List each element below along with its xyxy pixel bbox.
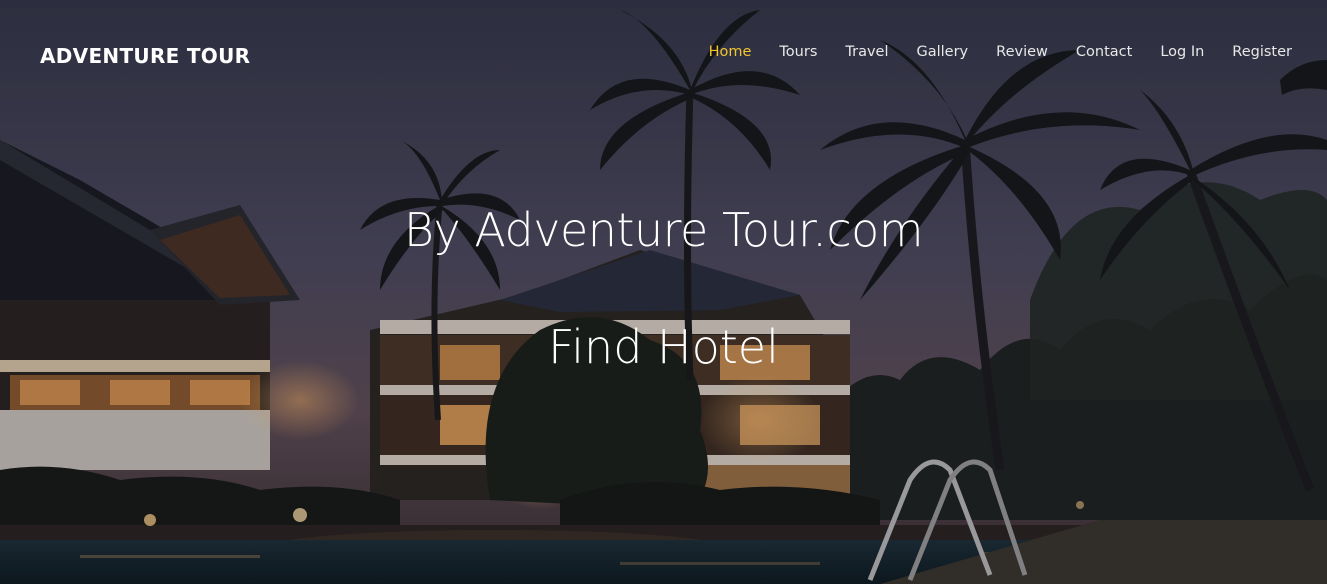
top-navbar: ADVENTURE TOUR Home Tours Travel Gallery… (0, 0, 1327, 110)
nav-link-gallery[interactable]: Gallery (903, 42, 983, 62)
hero-section: ADVENTURE TOUR Home Tours Travel Gallery… (0, 0, 1327, 584)
nav-item-travel: Travel (831, 41, 902, 62)
hero-subtitle: Find Hotel (548, 320, 779, 374)
nav-link-contact[interactable]: Contact (1062, 42, 1146, 62)
nav-menu: Home Tours Travel Gallery Review Contact… (695, 41, 1292, 62)
nav-link-login[interactable]: Log In (1146, 42, 1218, 62)
nav-item-tours: Tours (765, 41, 831, 62)
nav-item-register: Register (1218, 41, 1292, 62)
nav-item-login: Log In (1146, 41, 1218, 62)
nav-link-register[interactable]: Register (1218, 42, 1292, 62)
nav-link-tours[interactable]: Tours (765, 42, 831, 62)
nav-item-review: Review (982, 41, 1062, 62)
nav-item-home: Home (695, 41, 766, 62)
nav-link-travel[interactable]: Travel (831, 42, 902, 62)
nav-link-home[interactable]: Home (695, 42, 766, 62)
hero-title: By Adventure Tour.com (403, 203, 924, 257)
nav-link-review[interactable]: Review (982, 42, 1062, 62)
nav-item-gallery: Gallery (903, 41, 983, 62)
nav-item-contact: Contact (1062, 41, 1146, 62)
brand-logo[interactable]: ADVENTURE TOUR (40, 44, 250, 68)
